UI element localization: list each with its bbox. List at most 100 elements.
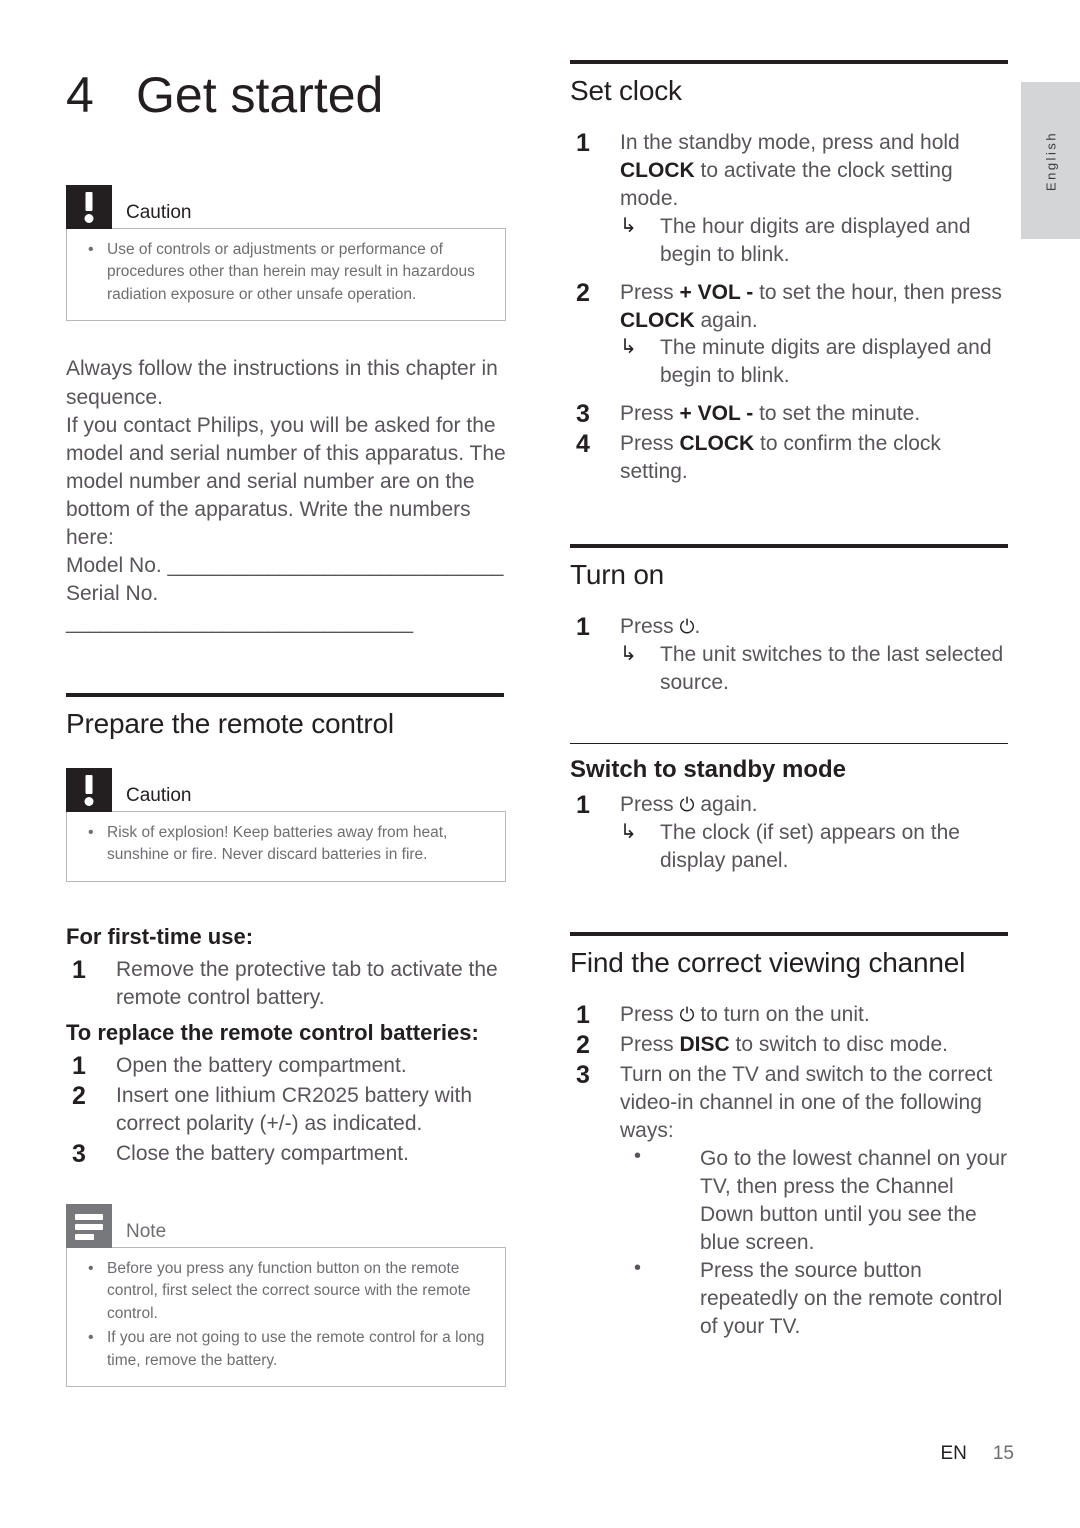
list-item: 1 Press ⏻ to turn on the unit.: [570, 1001, 1010, 1029]
step-number: 1: [72, 956, 86, 985]
step-number: 2: [576, 278, 590, 307]
step-number: 3: [576, 1061, 590, 1090]
step-text: Press ⏻ again.: [620, 792, 758, 816]
replace-batteries-heading: To replace the remote control batteries:: [66, 1019, 479, 1045]
step-number: 1: [72, 1052, 86, 1081]
step-text: Remove the protective tab to activate th…: [116, 958, 498, 1009]
callout-label: Caution: [126, 202, 192, 223]
language-tab-label: English: [1043, 130, 1058, 191]
callout-header: Caution: [66, 185, 506, 229]
power-standby-icon: ⏻: [679, 794, 695, 816]
power-standby-icon: ⏻: [679, 1005, 695, 1027]
callout-label: Note: [126, 1220, 167, 1242]
result-item: ↳ The unit switches to the last selected …: [620, 643, 1004, 694]
step-results: ↳ The clock (if set) appears on the displ…: [620, 819, 1010, 875]
callout-item: If you are not going to use the remote c…: [81, 1326, 491, 1372]
step-number: 4: [576, 430, 590, 459]
key-label: + VOL -: [679, 280, 754, 304]
caution-exclamation-icon: [66, 185, 112, 229]
step-text: Press + VOL - to set the minute.: [620, 402, 921, 426]
model-no-line: Model No. ______________________________: [66, 552, 506, 580]
step-text: Close the battery compartment.: [116, 1142, 409, 1166]
list-item: 1 Press ⏻. ↳ The unit switches to the las…: [570, 613, 1010, 697]
note-callout-remote: Note Before you press any function butto…: [66, 1203, 506, 1388]
footer-page-number: 15: [992, 1443, 1014, 1464]
callout-header: Caution: [66, 767, 506, 812]
callout-item: Use of controls or adjustments or perfor…: [81, 238, 491, 306]
first-time-steps: 1 Remove the protective tab to activate …: [66, 956, 506, 1012]
turn-on-steps: 1 Press ⏻. ↳ The unit switches to the las…: [570, 613, 1010, 697]
first-time-use-heading: For first-time use:: [66, 923, 254, 949]
callout-item: Before you press any function button on …: [81, 1257, 491, 1325]
find-channel-steps: 1 Press ⏻ to turn on the unit. 2 Press D…: [570, 1001, 1010, 1340]
model-no-blank: ______________________________: [167, 554, 504, 578]
step-results: ↳ The minute digits are displayed and beg…: [620, 334, 1010, 390]
callout-body: Before you press any function button on …: [66, 1246, 506, 1388]
manual-page: English 4 Get started Caution Use of cont…: [0, 0, 1080, 1528]
subsection-rule: [570, 742, 1008, 744]
result-arrow-icon: ↳: [620, 336, 637, 359]
serial-no-blank: _______________________________: [66, 610, 413, 634]
step-text: Press + VOL - to set the hour, then pres…: [620, 280, 1002, 332]
caution-exclamation-icon: [66, 767, 112, 812]
page-footer: EN 15: [0, 1443, 1014, 1465]
step-number: 1: [576, 790, 590, 819]
replace-battery-steps: 1 Open the battery compartment. 2 Insert…: [66, 1052, 506, 1168]
serial-no-line: Serial No. _____________________________…: [66, 580, 506, 636]
result-arrow-icon: ↳: [620, 643, 637, 666]
step-text: Open the battery compartment.: [116, 1054, 407, 1078]
list-item: 3 Press + VOL - to set the minute.: [570, 400, 1010, 428]
sub-bullets: Go to the lowest channel on your TV, the…: [620, 1143, 1010, 1341]
section-heading-turn-on: Turn on: [570, 559, 665, 591]
callout-label: Caution: [126, 784, 192, 806]
section-heading-find-channel: Find the correct viewing channel: [570, 947, 966, 979]
footer-language-code: EN: [940, 1443, 967, 1464]
section-rule: [570, 544, 1008, 549]
callout-item: Risk of explosion! Keep batteries away f…: [81, 821, 491, 867]
result-item: ↳ The hour digits are displayed and begin…: [620, 214, 971, 266]
list-item: Go to the lowest channel on your TV, the…: [620, 1143, 1010, 1257]
result-item: ↳ The clock (if set) appears on the displ…: [620, 820, 960, 872]
callout-header: Note: [66, 1203, 506, 1248]
result-arrow-icon: ↳: [620, 820, 637, 843]
step-text: Press CLOCK to confirm the clock setting…: [620, 432, 941, 484]
list-item: 3 Turn on the TV and switch to the corre…: [570, 1061, 1010, 1340]
result-arrow-icon: ↳: [620, 214, 637, 237]
chapter-number: 4: [66, 67, 94, 123]
list-item: 2 Insert one lithium CR2025 battery with…: [66, 1082, 506, 1138]
list-item: 1 Remove the protective tab to activate …: [66, 956, 506, 1012]
section-heading-set-clock: Set clock: [570, 75, 682, 106]
model-no-label: Model No.: [66, 554, 168, 578]
section-heading-prepare: Prepare the remote control: [66, 707, 394, 739]
step-number: 1: [576, 613, 590, 642]
step-text: Press DISC to switch to disc mode.: [620, 1033, 948, 1057]
step-number: 3: [72, 1140, 86, 1169]
power-standby-icon: ⏻: [679, 617, 695, 639]
section-rule: [570, 60, 1008, 64]
section-rule: [570, 932, 1008, 937]
step-text: Press ⏻ to turn on the unit.: [620, 1003, 870, 1027]
list-item: 1 Press ⏻ again. ↳ The clock (if set) app…: [570, 791, 1010, 875]
list-item: 4 Press CLOCK to confirm the clock setti…: [570, 430, 1010, 486]
set-clock-steps: 1 In the standby mode, press and hold CL…: [570, 129, 1010, 486]
step-results: ↳ The unit switches to the last selected …: [620, 641, 1010, 697]
key-label: DISC: [679, 1033, 730, 1057]
chapter-title: Get started: [136, 67, 384, 123]
list-item: Press the source button repeatedly on th…: [620, 1255, 1010, 1341]
note-lines-icon: [66, 1203, 112, 1248]
caution-callout-battery: Caution Risk of explosion! Keep batterie…: [66, 767, 506, 882]
list-item: 1 In the standby mode, press and hold CL…: [570, 129, 1010, 269]
step-text: Turn on the TV and switch to the correct…: [620, 1063, 993, 1143]
list-item: 2 Press + VOL - to set the hour, then pr…: [570, 279, 1010, 391]
step-text: In the standby mode, press and hold CLOC…: [620, 131, 960, 210]
right-column: Set clock 1 In the standby mode, press a…: [570, 60, 1010, 1343]
step-text: Press ⏻.: [620, 615, 701, 639]
left-column: Caution Use of controls or adjustments o…: [66, 185, 506, 1388]
step-results: ↳ The hour digits are displayed and begin…: [620, 213, 1010, 269]
section-rule: [66, 692, 504, 697]
step-number: 3: [576, 400, 590, 429]
standby-steps: 1 Press ⏻ again. ↳ The clock (if set) app…: [570, 791, 1010, 875]
intro-paragraph-1: Always follow the instructions in this c…: [66, 357, 498, 409]
list-item: 2 Press DISC to switch to disc mode.: [570, 1031, 1010, 1059]
subsection-heading-standby: Switch to standby mode: [570, 755, 847, 783]
